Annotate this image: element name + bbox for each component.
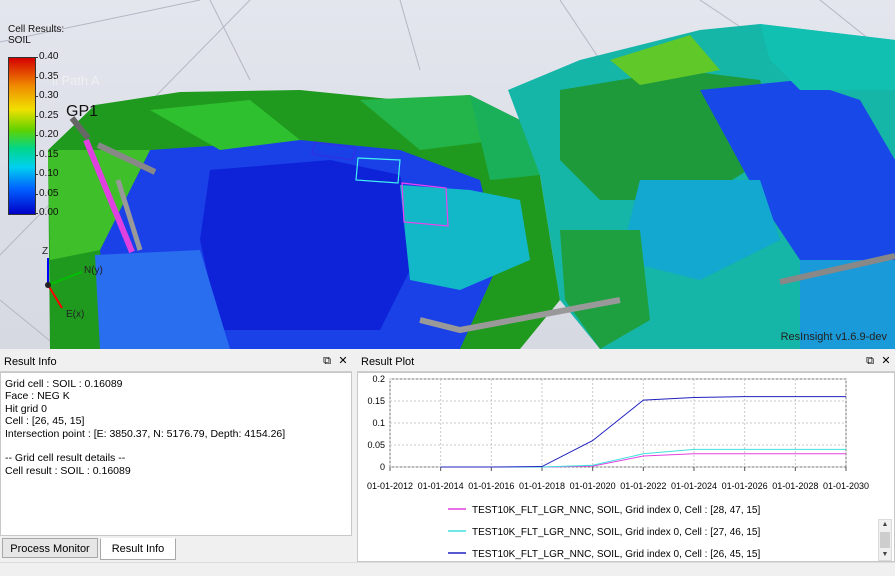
legend-tick-mark bbox=[35, 213, 38, 214]
legend-scrollbar[interactable]: ▲ ▼ bbox=[878, 519, 892, 561]
3d-viewport[interactable]: Cell Results: SOIL 0.40 0.35 0.30 0.25 0.20 0… bbox=[0, 0, 895, 349]
scroll-up-icon[interactable]: ▲ bbox=[880, 520, 890, 530]
well-label-gp1: GP1 bbox=[66, 103, 99, 120]
legend-title-text: Cell Results: bbox=[8, 24, 65, 35]
tab-process-monitor[interactable]: Process Monitor bbox=[2, 538, 98, 558]
legend-tick-label: 0.10 bbox=[39, 168, 59, 179]
result-info-line: Cell result : SOIL : 0.16089 bbox=[5, 464, 131, 477]
x-tick-label: 01-01-2020 bbox=[570, 481, 616, 491]
scrollbar-thumb[interactable] bbox=[880, 532, 890, 548]
legend-tick-label: 0.25 bbox=[39, 109, 59, 121]
legend-tick-label: 0.15 bbox=[39, 148, 59, 160]
result-info-line: Intersection point : [E: 3850.37, N: 517… bbox=[5, 427, 286, 440]
result-info-line: Grid cell : SOIL : 0.16089 bbox=[5, 378, 123, 390]
y-tick-label: 0.15 bbox=[367, 396, 385, 406]
x-tick-label: 01-01-2030 bbox=[823, 481, 869, 491]
legend-tick-mark bbox=[35, 135, 38, 136]
legend-tick-mark bbox=[35, 76, 38, 78]
x-tick-label: 01-01-2016 bbox=[468, 481, 514, 491]
result-plot-panel[interactable]: 0 0.05 0.1 0.15 0.2 01-01-2012 01-01-2014 01-01… bbox=[357, 372, 895, 562]
result-plot-title: Result Plot bbox=[361, 356, 415, 368]
y-tick-label: 0.05 bbox=[367, 440, 385, 450]
x-tick-label: 01-01-2022 bbox=[620, 481, 666, 491]
x-tick-label: 01-01-2018 bbox=[519, 481, 565, 491]
tab-result-info[interactable]: Result Info bbox=[100, 538, 176, 560]
result-info-line bbox=[5, 440, 347, 452]
legend-tick-label: 0.30 bbox=[39, 90, 59, 101]
result-info-panel[interactable]: Grid cell : SOIL : 0.16089 Face : NEG K … bbox=[0, 372, 352, 536]
legend-tick-mark bbox=[35, 174, 38, 175]
axis-label-n: N(y) bbox=[84, 265, 103, 276]
result-info-header: Result Info ⧉ ✕ bbox=[0, 353, 352, 372]
result-info-line: Face : NEG K bbox=[5, 390, 70, 403]
legend-tick-mark bbox=[35, 115, 38, 117]
axis-label-z: Z bbox=[42, 246, 49, 257]
result-info-title: Result Info bbox=[4, 356, 57, 368]
x-tick-label: 01-01-2014 bbox=[418, 481, 464, 491]
result-plot-header: Result Plot ⧉ ✕ bbox=[357, 353, 895, 372]
legend-entry: TEST10K_FLT_LGR_NNC, SOIL, Grid index 0,… bbox=[472, 527, 760, 538]
close-icon[interactable]: ✕ bbox=[336, 354, 350, 368]
legend-title: Cell Results: SOIL bbox=[8, 24, 64, 46]
y-tick-label: 0 bbox=[380, 462, 385, 472]
legend-tick-mark bbox=[35, 154, 38, 156]
float-icon[interactable]: ⧉ bbox=[320, 354, 334, 368]
close-icon[interactable]: ✕ bbox=[879, 354, 893, 368]
result-info-line: -- Grid cell result details -- bbox=[5, 452, 126, 465]
version-label: ResInsight v1.6.9-dev bbox=[780, 331, 887, 343]
reservoir-grid-right-block[interactable] bbox=[508, 24, 895, 349]
well-path-label: ll Path A bbox=[52, 73, 100, 88]
color-legend-bar bbox=[8, 57, 36, 215]
reservoir-grid-left-block[interactable] bbox=[48, 90, 560, 349]
legend-entry: TEST10K_FLT_LGR_NNC, SOIL, Grid index 0,… bbox=[472, 549, 760, 560]
scroll-down-icon[interactable]: ▼ bbox=[880, 550, 890, 560]
reservoir-grid-scene[interactable] bbox=[0, 0, 895, 349]
legend-tick-label: 0.00 bbox=[39, 207, 59, 218]
legend-tick-mark bbox=[35, 96, 38, 97]
result-info-line: Hit grid 0 bbox=[5, 402, 48, 415]
x-tick-label: 01-01-2028 bbox=[772, 481, 818, 491]
y-tick-label: 0.1 bbox=[372, 418, 385, 428]
legend-tick-label: 0.40 bbox=[39, 51, 59, 62]
result-info-line: Cell : [26, 45, 15] bbox=[5, 415, 85, 428]
status-bar bbox=[0, 562, 895, 576]
legend-property-text: SOIL bbox=[8, 35, 31, 46]
axis-label-e: E(x) bbox=[66, 309, 85, 320]
legend-tick-mark bbox=[35, 57, 38, 58]
y-tick-label: 0.2 bbox=[372, 374, 385, 384]
legend-tick-mark bbox=[35, 193, 38, 195]
x-tick-label: 01-01-2024 bbox=[671, 481, 717, 491]
legend-entry: TEST10K_FLT_LGR_NNC, SOIL, Grid index 0,… bbox=[472, 505, 760, 516]
float-icon[interactable]: ⧉ bbox=[863, 354, 877, 368]
x-tick-label: 01-01-2026 bbox=[722, 481, 768, 491]
result-plot-chart[interactable]: 0 0.05 0.1 0.15 0.2 01-01-2012 01-01-2014 01-01… bbox=[358, 373, 894, 561]
x-tick-label: 01-01-2012 bbox=[367, 481, 413, 491]
legend-tick-label: 0.05 bbox=[39, 187, 59, 199]
legend-tick-label: 0.20 bbox=[39, 129, 59, 140]
